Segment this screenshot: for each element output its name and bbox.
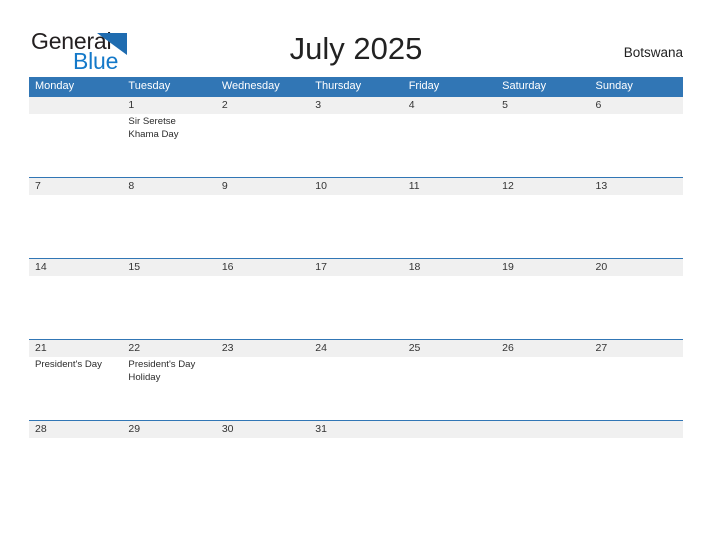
calendar-week-row: 28 29 30 31 (29, 420, 683, 452)
date-number[interactable]: 9 (216, 178, 309, 195)
date-number[interactable] (29, 97, 122, 114)
day-event-text[interactable]: President's Day (29, 357, 122, 420)
date-number[interactable]: 3 (309, 97, 402, 114)
day-event-text[interactable] (122, 195, 215, 258)
day-event-text[interactable] (216, 357, 309, 420)
date-number[interactable]: 31 (309, 421, 402, 438)
date-number[interactable]: 13 (590, 178, 683, 195)
page-header: General Blue July 2025 Botswana (0, 0, 712, 76)
date-number[interactable]: 7 (29, 178, 122, 195)
date-number[interactable]: 12 (496, 178, 589, 195)
date-number[interactable]: 10 (309, 178, 402, 195)
day-event-text[interactable] (29, 114, 122, 177)
day-event-text[interactable] (309, 114, 402, 177)
calendar-week-row: 7 8 9 10 11 12 13 (29, 177, 683, 258)
date-number[interactable]: 1 (122, 97, 215, 114)
day-event-text[interactable] (496, 357, 589, 420)
day-event-text[interactable]: President's Day Holiday (122, 357, 215, 420)
week-body-band (29, 195, 683, 258)
date-number[interactable] (590, 421, 683, 438)
day-event-text[interactable] (122, 276, 215, 339)
date-number[interactable]: 2 (216, 97, 309, 114)
date-number[interactable]: 4 (403, 97, 496, 114)
day-event-text[interactable] (496, 438, 589, 452)
weekday-header-row: Monday Tuesday Wednesday Thursday Friday… (29, 77, 683, 96)
day-event-text[interactable] (216, 114, 309, 177)
date-number[interactable] (403, 421, 496, 438)
day-event-text[interactable] (590, 276, 683, 339)
weekday-header-tuesday: Tuesday (128, 80, 171, 92)
day-event-text[interactable] (590, 195, 683, 258)
date-number[interactable]: 22 (122, 340, 215, 357)
date-number[interactable]: 27 (590, 340, 683, 357)
weekday-header-sunday: Sunday (595, 80, 633, 92)
date-number[interactable]: 15 (122, 259, 215, 276)
week-date-band: 7 8 9 10 11 12 13 (29, 178, 683, 195)
date-number[interactable]: 19 (496, 259, 589, 276)
weekday-header-thursday: Thursday (315, 80, 362, 92)
day-event-text[interactable] (403, 195, 496, 258)
date-number[interactable]: 8 (122, 178, 215, 195)
date-number[interactable]: 26 (496, 340, 589, 357)
day-event-text[interactable] (216, 195, 309, 258)
weekday-header-friday: Friday (408, 80, 440, 92)
day-event-text[interactable] (403, 438, 496, 452)
day-event-text[interactable] (590, 114, 683, 177)
page-title: July 2025 (289, 31, 423, 66)
weekday-header-monday: Monday (35, 80, 75, 92)
day-event-text[interactable] (29, 195, 122, 258)
week-body-band (29, 276, 683, 339)
date-number[interactable]: 11 (403, 178, 496, 195)
calendar-week-row: 1 2 3 4 5 6 Sir Seretse Khama Day (29, 96, 683, 177)
day-event-text[interactable] (216, 438, 309, 452)
date-number[interactable]: 5 (496, 97, 589, 114)
date-number[interactable]: 6 (590, 97, 683, 114)
day-event-text[interactable] (496, 114, 589, 177)
week-body-band: Sir Seretse Khama Day (29, 114, 683, 177)
region-label: Botswana (623, 45, 683, 60)
calendar-grid: Monday Tuesday Wednesday Thursday Friday… (29, 77, 683, 452)
weekday-header-wednesday: Wednesday (221, 80, 280, 92)
date-number[interactable]: 21 (29, 340, 122, 357)
date-number[interactable]: 18 (403, 259, 496, 276)
day-event-text[interactable] (590, 357, 683, 420)
date-number[interactable]: 23 (216, 340, 309, 357)
day-event-text[interactable] (29, 276, 122, 339)
week-date-band: 28 29 30 31 (29, 421, 683, 438)
date-number[interactable]: 16 (216, 259, 309, 276)
day-event-text[interactable] (309, 276, 402, 339)
calendar-week-row: 14 15 16 17 18 19 20 (29, 258, 683, 339)
day-event-text[interactable] (29, 438, 122, 452)
date-number[interactable]: 24 (309, 340, 402, 357)
week-date-band: 1 2 3 4 5 6 (29, 97, 683, 114)
date-number[interactable]: 17 (309, 259, 402, 276)
day-event-text[interactable] (403, 114, 496, 177)
week-body-band: President's Day President's Day Holiday (29, 357, 683, 420)
day-event-text[interactable] (309, 195, 402, 258)
date-number[interactable]: 20 (590, 259, 683, 276)
day-event-text[interactable] (403, 357, 496, 420)
day-event-text[interactable] (309, 357, 402, 420)
date-number[interactable]: 25 (403, 340, 496, 357)
date-number[interactable]: 28 (29, 421, 122, 438)
week-date-band: 21 22 23 24 25 26 27 (29, 340, 683, 357)
week-date-band: 14 15 16 17 18 19 20 (29, 259, 683, 276)
week-body-band (29, 438, 683, 452)
date-number[interactable] (496, 421, 589, 438)
calendar-week-row: 21 22 23 24 25 26 27 President's Day Pre… (29, 339, 683, 420)
date-number[interactable]: 29 (122, 421, 215, 438)
day-event-text[interactable] (496, 276, 589, 339)
day-event-text[interactable] (309, 438, 402, 452)
day-event-text[interactable] (403, 276, 496, 339)
day-event-text[interactable] (590, 438, 683, 452)
day-event-text[interactable] (122, 438, 215, 452)
day-event-text[interactable] (216, 276, 309, 339)
date-number[interactable]: 14 (29, 259, 122, 276)
weekday-header-saturday: Saturday (502, 80, 547, 92)
day-event-text[interactable] (496, 195, 589, 258)
day-event-text[interactable]: Sir Seretse Khama Day (122, 114, 215, 177)
date-number[interactable]: 30 (216, 421, 309, 438)
